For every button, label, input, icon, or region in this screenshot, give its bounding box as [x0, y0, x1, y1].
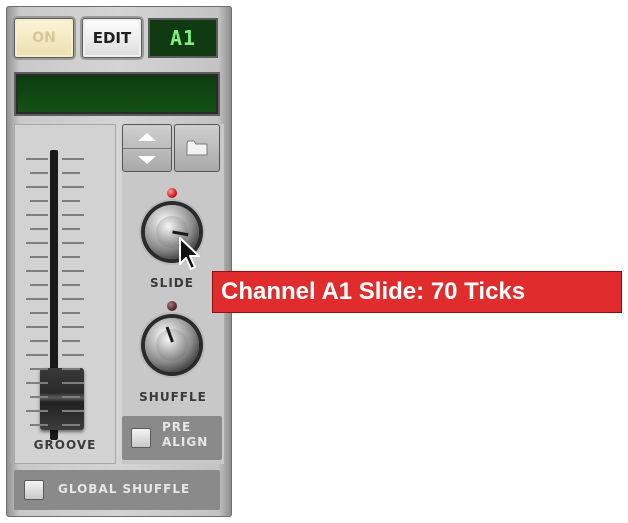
groove-tick: [62, 326, 84, 328]
groove-tick: [62, 312, 80, 314]
groove-tick: [62, 242, 84, 244]
groove-tick: [62, 396, 80, 398]
pattern-up-button[interactable]: [123, 125, 171, 149]
groove-tick: [62, 158, 84, 160]
groove-tick: [62, 368, 80, 370]
groove-tick: [26, 242, 48, 244]
global-shuffle-checkbox[interactable]: [24, 480, 44, 500]
groove-tick: [26, 270, 48, 272]
mouse-pointer-icon: [179, 237, 200, 270]
groove-tick: [26, 354, 48, 356]
pattern-display: A1: [148, 18, 218, 58]
groove-tick: [30, 284, 48, 286]
browse-button[interactable]: [174, 124, 220, 172]
shuffle-label: SHUFFLE: [139, 390, 207, 404]
groove-tick: [30, 200, 48, 202]
groove-tick: [26, 382, 48, 384]
stage: ON EDIT A1 GROOVE SLIDE SHUFFLE PRE ALIG…: [0, 0, 628, 523]
groove-tick: [30, 256, 48, 258]
groove-tick: [26, 214, 48, 216]
channel-name-display[interactable]: [14, 72, 220, 116]
groove-tick: [30, 396, 48, 398]
groove-tick: [62, 424, 80, 426]
groove-tick: [62, 340, 80, 342]
groove-tick: [26, 326, 48, 328]
slide-label: SLIDE: [150, 276, 194, 290]
groove-tick: [30, 228, 48, 230]
on-button[interactable]: ON: [14, 18, 74, 58]
groove-tick: [30, 340, 48, 342]
shuffle-knob-cap: [156, 329, 188, 361]
slide-value-tooltip: Channel A1 Slide: 70 Ticks: [212, 271, 622, 313]
groove-tick: [30, 368, 48, 370]
shuffle-led: [167, 301, 177, 311]
folder-icon: [186, 140, 208, 156]
groove-tick: [62, 172, 80, 174]
groove-tick: [62, 200, 80, 202]
prealign-label: PRE ALIGN: [162, 420, 208, 450]
prealign-label-line2: ALIGN: [162, 435, 209, 449]
slide-led: [167, 188, 177, 198]
up-arrow-icon: [138, 132, 156, 141]
knob-section: [122, 124, 224, 464]
groove-tick: [62, 228, 80, 230]
groove-tick: [30, 424, 48, 426]
groove-tick: [62, 214, 84, 216]
groove-tick: [62, 284, 80, 286]
groove-tick: [62, 298, 84, 300]
groove-tick: [62, 256, 80, 258]
groove-tick: [62, 382, 84, 384]
groove-tick: [26, 158, 48, 160]
pattern-up-down-buttons: [122, 124, 172, 172]
groove-tick: [26, 298, 48, 300]
groove-tick: [30, 172, 48, 174]
groove-tick: [26, 410, 48, 412]
groove-tick: [30, 312, 48, 314]
groove-label: GROOVE: [33, 438, 97, 452]
groove-tick: [62, 186, 84, 188]
groove-tick: [26, 186, 48, 188]
down-arrow-icon: [138, 155, 156, 164]
groove-tick: [62, 354, 84, 356]
edit-button[interactable]: EDIT: [82, 18, 142, 58]
groove-tick: [62, 410, 84, 412]
pattern-down-button[interactable]: [123, 148, 171, 171]
prealign-label-line1: PRE: [162, 420, 192, 434]
groove-tick: [62, 270, 84, 272]
global-shuffle-label: GLOBAL SHUFFLE: [58, 482, 191, 496]
groove-fader-handle[interactable]: [40, 368, 84, 430]
prealign-checkbox[interactable]: [131, 428, 151, 448]
shuffle-knob[interactable]: [145, 318, 199, 372]
